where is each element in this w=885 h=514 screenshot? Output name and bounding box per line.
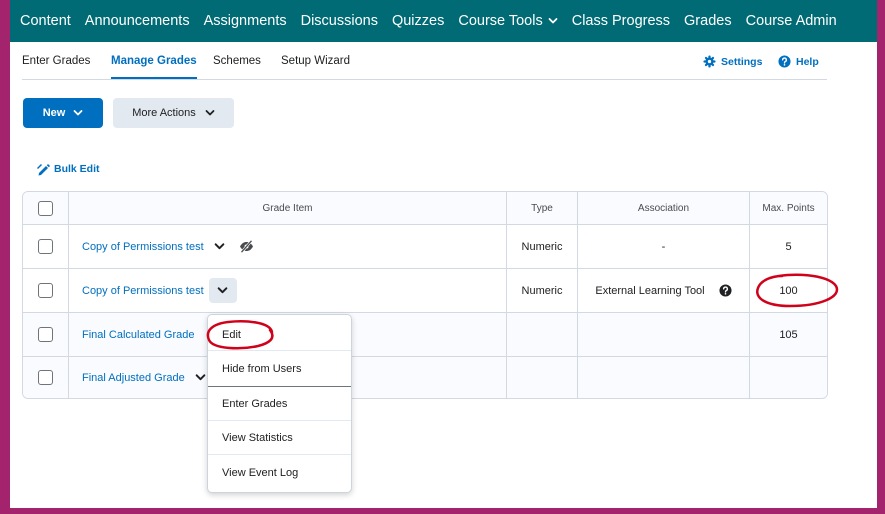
select-all-checkbox[interactable] [38,200,53,216]
row-checkbox-cell [23,357,68,398]
nav-label: Course Admin [745,13,837,29]
grade-item-link[interactable]: Final Adjusted Grade [82,372,185,384]
menu-item-view-statistics[interactable]: View Statistics [208,422,351,455]
nav-label: Quizzes [391,13,445,29]
header-max-points[interactable]: Max. Points [749,192,827,224]
chevron-down-icon [214,243,224,250]
chevron-down-icon [195,374,206,381]
more-actions-label: More Actions [132,107,196,119]
grade-item-context-menu: Edit Hide from Users Enter Grades View S… [207,314,352,493]
new-button[interactable]: New [23,98,103,128]
row-checkbox[interactable] [38,283,53,298]
header-checkbox-cell [23,192,68,224]
help-link[interactable]: Help [778,55,819,68]
pencil-icon [37,164,50,176]
frame-right-border [877,0,885,514]
grade-item-link[interactable]: Final Calculated Grade [82,329,195,341]
association-cell: - [577,225,749,268]
type-cell: Numeric [506,225,577,268]
header-grade-item[interactable]: Grade Item [68,192,506,224]
gear-icon [703,55,716,68]
grade-item-actions-button[interactable] [214,241,225,252]
max-points-cell: 5 [749,225,827,268]
nav-label: Course Tools [458,13,543,29]
tab-manage-grades[interactable]: Manage Grades [111,55,197,79]
nav-content[interactable]: Content [20,13,71,29]
type-cell [506,357,577,398]
nav-class-progress[interactable]: Class Progress [572,13,670,29]
grade-item-actions-button[interactable] [195,372,206,383]
nav-discussions[interactable]: Discussions [301,13,378,29]
grade-items-table: Grade Item Type Association Max. Points … [22,191,828,399]
course-navbar: Content Announcements Assignments Discus… [10,0,877,42]
nav-quizzes[interactable]: Quizzes [392,13,444,29]
new-button-label: New [42,107,66,119]
bulk-edit-button[interactable]: Bulk Edit [36,162,100,176]
association-cell [577,313,749,356]
menu-item-hide-from-users[interactable]: Hide from Users [208,353,351,385]
menu-item-edit[interactable]: Edit [208,319,351,351]
row-checkbox-cell [23,313,68,356]
nav-label: Class Progress [571,13,671,29]
grade-item-link[interactable]: Copy of Permissions test [82,241,204,253]
hidden-eye-icon [239,240,253,253]
help-label: Help [796,55,819,68]
header-association[interactable]: Association [577,192,749,224]
row-checkbox[interactable] [38,327,53,342]
more-actions-button[interactable]: More Actions [113,98,234,128]
max-points-cell: 105 [749,313,827,356]
nav-label: Announcements [84,13,190,29]
row-checkbox-cell [23,225,68,268]
row-checkbox-cell [23,269,68,312]
tab-enter-grades[interactable]: Enter Grades [22,55,90,67]
chevron-down-icon [217,287,228,294]
nav-label: Grades [684,13,732,29]
frame-left-border [0,0,10,514]
settings-link[interactable]: Settings [703,55,762,68]
max-points-cell [749,357,827,398]
nav-grades[interactable]: Grades [684,13,732,29]
nav-label: Discussions [300,13,378,29]
table-row: Final Calculated Grade 105 [23,313,827,357]
table-header-row: Grade Item Type Association Max. Points [23,192,827,225]
association-label: External Learning Tool [595,284,705,297]
max-points-cell: 100 [749,269,827,312]
chevron-down-icon [548,18,558,24]
menu-item-view-event-log[interactable]: View Event Log [208,456,351,489]
grade-item-cell: Copy of Permissions test [68,225,506,268]
tab-setup-wizard[interactable]: Setup Wizard [281,55,350,67]
chevron-down-icon [73,110,83,116]
table-row: Final Adjusted Grade [23,357,827,398]
grade-item-cell: Copy of Permissions test [68,269,506,312]
type-cell [506,313,577,356]
menu-item-enter-grades[interactable]: Enter Grades [208,388,351,421]
table-row: Copy of Permissions test Numeric Externa… [23,269,827,313]
nav-label: Content [20,13,71,29]
association-cell [577,357,749,398]
tab-schemes[interactable]: Schemes [213,55,261,67]
nav-assignments[interactable]: Assignments [204,13,287,29]
nav-course-admin[interactable]: Course Admin [746,13,837,29]
row-checkbox[interactable] [38,239,53,254]
nav-label: Assignments [203,13,287,29]
settings-label: Settings [721,55,763,68]
bulk-edit-label: Bulk Edit [54,163,100,175]
nav-announcements[interactable]: Announcements [85,13,190,29]
grade-item-link[interactable]: Copy of Permissions test [82,285,204,297]
table-row: Copy of Permissions test Numeric - 5 [23,225,827,269]
menu-separator [208,386,351,387]
grade-item-actions-button[interactable] [208,278,237,303]
association-cell: External Learning Tool [577,269,749,312]
header-type[interactable]: Type [506,192,577,224]
nav-course-tools[interactable]: Course Tools [458,13,558,29]
frame-bottom-border [0,508,885,514]
help-icon [778,55,791,68]
help-icon[interactable] [719,284,732,297]
chevron-down-icon [205,110,215,116]
type-cell: Numeric [506,269,577,312]
row-checkbox[interactable] [38,370,53,385]
